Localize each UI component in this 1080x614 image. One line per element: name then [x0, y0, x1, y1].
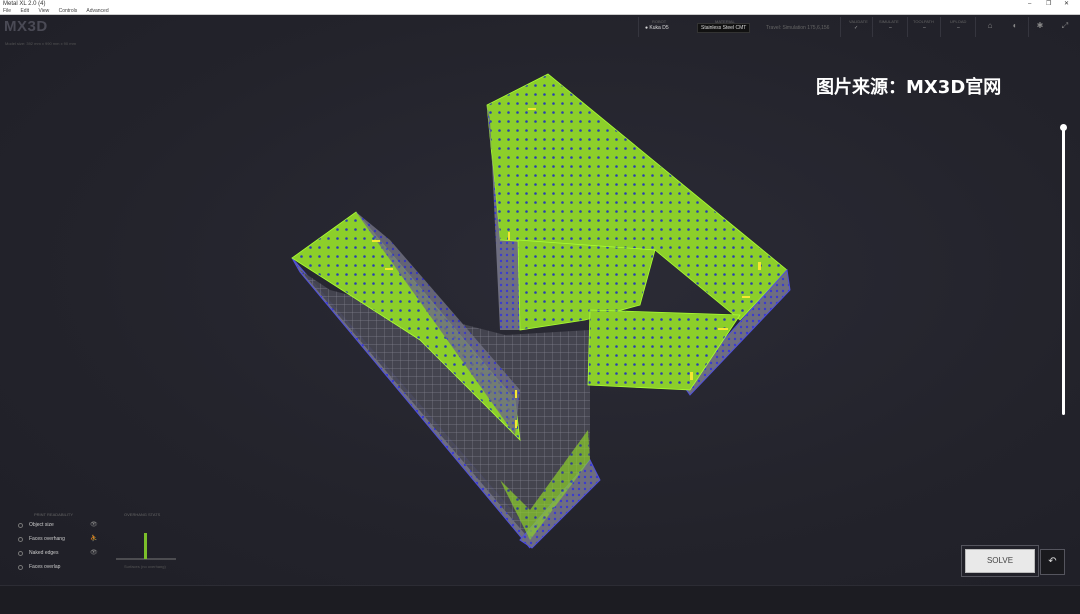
- status-dot: [18, 537, 23, 542]
- bottom-bar: [0, 585, 1080, 614]
- status-dot: [18, 551, 23, 556]
- eye-icon[interactable]: 👁: [90, 521, 98, 528]
- printability-title: PRINT READABILITY: [34, 512, 74, 517]
- watermark-text: 图片来源：MX3D官网: [816, 77, 1002, 98]
- overhang-caption: Surfaces (no overhang): [124, 564, 166, 569]
- solve-button[interactable]: SOLVE: [965, 549, 1035, 573]
- layer-slider-handle[interactable]: [1060, 124, 1067, 131]
- status-dot: [18, 523, 23, 528]
- layer-slider-track[interactable]: [1062, 127, 1065, 415]
- status-dot: [18, 565, 23, 570]
- overhang-title: OVERHANG STATS: [124, 512, 161, 517]
- app-window: Metal XL 2.0 (4) – ❐ ✕ File Edit View Co…: [0, 0, 1080, 614]
- check-label: Naked edges: [29, 550, 59, 556]
- person-icon[interactable]: ⛹: [90, 535, 97, 542]
- eye-icon[interactable]: 👁: [90, 549, 98, 556]
- left-arm-top: [291, 211, 521, 442]
- check-label: Faces overlap: [29, 564, 61, 570]
- center-wall: [500, 240, 520, 330]
- check-label: Faces overhang: [29, 536, 65, 542]
- undo-button[interactable]: ↶: [1040, 549, 1065, 575]
- check-label: Object size: [29, 522, 54, 528]
